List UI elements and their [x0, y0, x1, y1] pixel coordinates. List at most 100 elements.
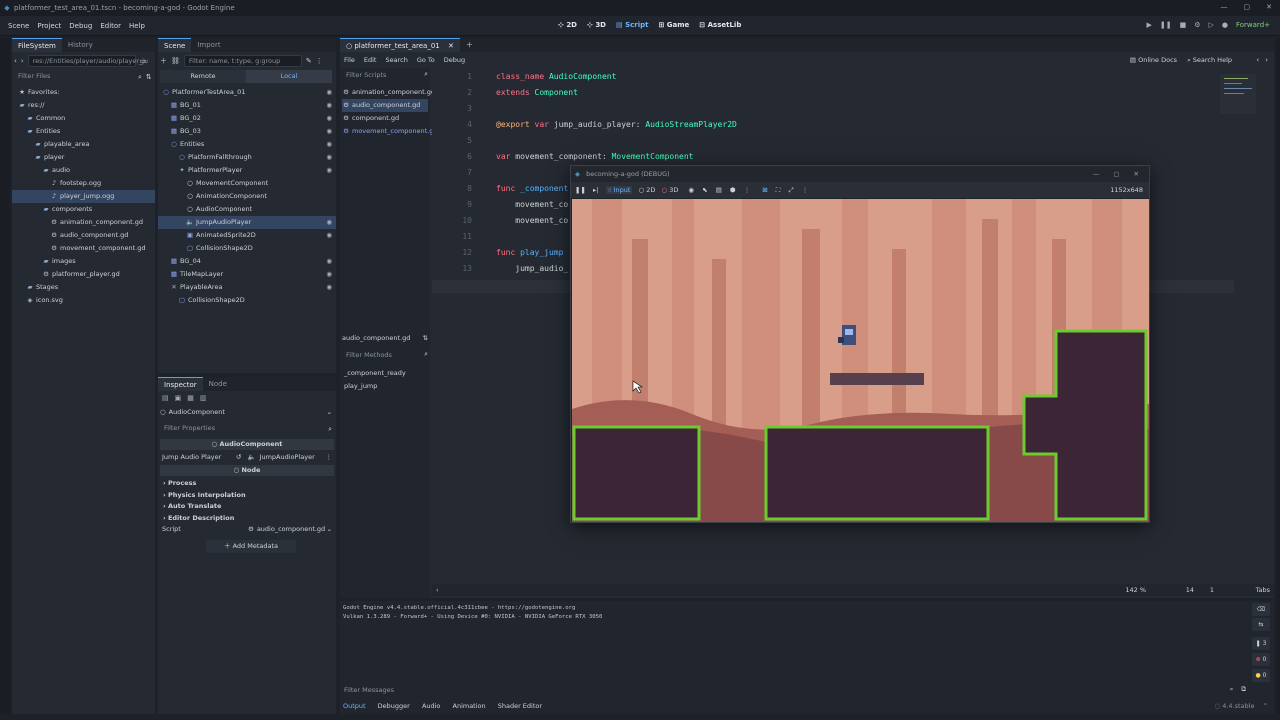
visibility-icon[interactable]: ◉	[326, 138, 332, 151]
pause-icon[interactable]: ❚❚	[1160, 21, 1172, 29]
scene-node[interactable]: ○ PlatformerTestArea_01 ◉	[158, 86, 336, 99]
more-icon[interactable]: ⋮	[316, 57, 323, 65]
message-count-button[interactable]: ❚ 3	[1252, 637, 1270, 650]
embed-icon[interactable]: ⊠	[762, 186, 767, 194]
forward-icon[interactable]: ›	[1265, 56, 1268, 64]
filter-files-input[interactable]: Filter Files	[14, 71, 138, 83]
visibility-icon[interactable]: ◉	[326, 229, 332, 242]
file-item[interactable]: ⚙ platformer_player.gd	[12, 268, 155, 281]
search-help-link[interactable]: ⌕ Search Help	[1187, 56, 1232, 65]
file-item[interactable]: ◈ icon.svg	[12, 294, 155, 307]
zoom-level[interactable]: 142 %	[1125, 584, 1146, 596]
visibility-icon[interactable]: ◉	[326, 268, 332, 281]
new-tab-icon[interactable]: ＋	[466, 40, 473, 50]
close-tab-icon[interactable]: ✕	[448, 42, 454, 50]
script-item[interactable]: ⚙ component.gd	[342, 112, 428, 125]
path-field[interactable]: res://Entities/player/audio/player_ju	[27, 55, 148, 67]
warning-count-button[interactable]: ● 0	[1252, 669, 1270, 682]
inspected-object[interactable]: AudioComponent	[169, 408, 327, 416]
maximize-icon[interactable]: ▢	[1244, 3, 1251, 11]
scene-node[interactable]: ▦ BG_03 ◉	[158, 125, 336, 138]
visibility-icon[interactable]: ◉	[326, 151, 332, 164]
filter-properties-input[interactable]: Filter Properties	[160, 423, 328, 435]
script-item[interactable]: ⚙ movement_component.gd	[342, 125, 437, 138]
game-window[interactable]: ◆ becoming-a-god (DEBUG) — ▢ ✕ ❚❚ ▸| ☝ I…	[570, 165, 1150, 523]
add-node-icon[interactable]: ＋	[160, 56, 167, 66]
add-metadata-button[interactable]: ＋ Add Metadata	[206, 540, 296, 553]
menu-scene[interactable]: Scene	[8, 22, 29, 30]
tab-import[interactable]: Import	[191, 38, 226, 52]
prop-value[interactable]: JumpAudioPlayer	[260, 453, 326, 461]
toggle-icon[interactable]: ⇆	[1252, 618, 1270, 631]
list-icon[interactable]: ▤	[716, 186, 722, 194]
game-viewport[interactable]	[572, 199, 1149, 522]
tab-output[interactable]: Output	[343, 702, 366, 710]
close-icon[interactable]: ✕	[1134, 166, 1139, 182]
tab-node[interactable]: Node	[203, 377, 233, 391]
group-description[interactable]: › Editor Description	[163, 513, 246, 525]
file-item[interactable]: ▰ audio	[12, 164, 155, 177]
scene-node[interactable]: ○ PlatformFallthrough ◉	[158, 151, 336, 164]
file-item[interactable]: ⚙ movement_component.gd	[12, 242, 155, 255]
workspace-game[interactable]: ⊞ Game	[658, 21, 689, 29]
local-tab[interactable]: Local	[246, 70, 332, 83]
visibility-icon[interactable]: ◉	[326, 112, 332, 125]
input-toggle[interactable]: ☝ Input	[605, 186, 633, 194]
script-menu-debug[interactable]: Debug	[444, 56, 465, 64]
script-menu-search[interactable]: Search	[385, 56, 407, 64]
scene-node[interactable]: ▣ AnimatedSprite2D ◉	[158, 229, 336, 242]
scene-node[interactable]: ▦ BG_04 ◉	[158, 255, 336, 268]
scene-node[interactable]: ○ AudioComponent	[158, 203, 336, 216]
chevron-down-icon[interactable]: ⌄	[327, 408, 332, 416]
stop-icon[interactable]: ■	[1180, 21, 1187, 29]
file-item[interactable]: ⚙ animation_component.gd	[12, 216, 155, 229]
filter-messages-input[interactable]: Filter Messages	[340, 685, 1230, 697]
indent-mode[interactable]: Tabs	[1256, 584, 1270, 596]
more-icon[interactable]: ⋮	[744, 186, 751, 194]
online-docs-link[interactable]: ▤ Online Docs	[1130, 56, 1177, 65]
visibility-icon[interactable]: ◉	[326, 99, 332, 112]
script-attach-icon[interactable]: ✎	[306, 57, 312, 65]
scene-node[interactable]: ○ MovementComponent	[158, 177, 336, 190]
minimap[interactable]	[1220, 74, 1256, 114]
sort-icon[interactable]: ⇅	[146, 73, 152, 81]
link-icon[interactable]: ⛓	[171, 57, 180, 65]
script-menu-file[interactable]: File	[344, 56, 355, 64]
maximize-icon[interactable]: ▢	[1113, 166, 1119, 182]
scene-node[interactable]: ○ AnimationComponent	[158, 190, 336, 203]
menu-debug[interactable]: Debug	[69, 22, 92, 30]
tab-animation[interactable]: Animation	[453, 702, 486, 710]
camera-icon[interactable]: ⬢	[730, 186, 736, 194]
workspace-script[interactable]: ▤ Script	[616, 21, 648, 29]
more-icon[interactable]: ⋮	[802, 186, 809, 194]
group-process[interactable]: › Process	[163, 478, 246, 490]
back-icon[interactable]: ‹	[14, 57, 17, 65]
expand-icon[interactable]: ⌃	[1263, 702, 1268, 710]
visibility-icon[interactable]: ◉	[326, 255, 332, 268]
new-resource-icon[interactable]: ▤	[162, 394, 169, 402]
workspace-3d[interactable]: ⊹ 3D	[587, 21, 606, 29]
tab-audio[interactable]: Audio	[422, 702, 440, 710]
visibility-icon[interactable]: ◉	[326, 281, 332, 294]
tab-history[interactable]: History	[62, 38, 99, 52]
scene-node[interactable]: ▢ CollisionShape2D	[158, 294, 336, 307]
split-view-icon[interactable]: ▭	[140, 57, 147, 65]
next-frame-icon[interactable]: ▸|	[593, 186, 598, 194]
script-menu-edit[interactable]: Edit	[364, 56, 377, 64]
scene-tab[interactable]: ○ platformer_test_area_01 ✕	[340, 38, 460, 52]
forward-icon[interactable]: ›	[21, 57, 24, 65]
group-translate[interactable]: › Auto Translate	[163, 501, 246, 513]
fullscreen-icon[interactable]: ⤢	[788, 186, 793, 194]
tab-shader-editor[interactable]: Shader Editor	[498, 702, 542, 710]
menu-editor[interactable]: Editor	[100, 22, 121, 30]
script-value[interactable]: audio_component.gd	[257, 525, 327, 533]
pause-icon[interactable]: ❚❚	[575, 186, 586, 194]
file-item[interactable]: ⚙ audio_component.gd	[12, 229, 155, 242]
group-physics[interactable]: › Physics Interpolation	[163, 490, 246, 502]
open-resource-icon[interactable]: ▣	[175, 394, 182, 402]
scene-node[interactable]: ▦ BG_02 ◉	[158, 112, 336, 125]
scene-filter-input[interactable]: Filter: name, t:type, g:group	[183, 55, 302, 67]
collapse-icon[interactable]: ‹	[436, 586, 439, 594]
scene-node[interactable]: 🔈 JumpAudioPlayer ◉	[158, 216, 336, 229]
minimize-icon[interactable]: —	[1221, 3, 1228, 11]
